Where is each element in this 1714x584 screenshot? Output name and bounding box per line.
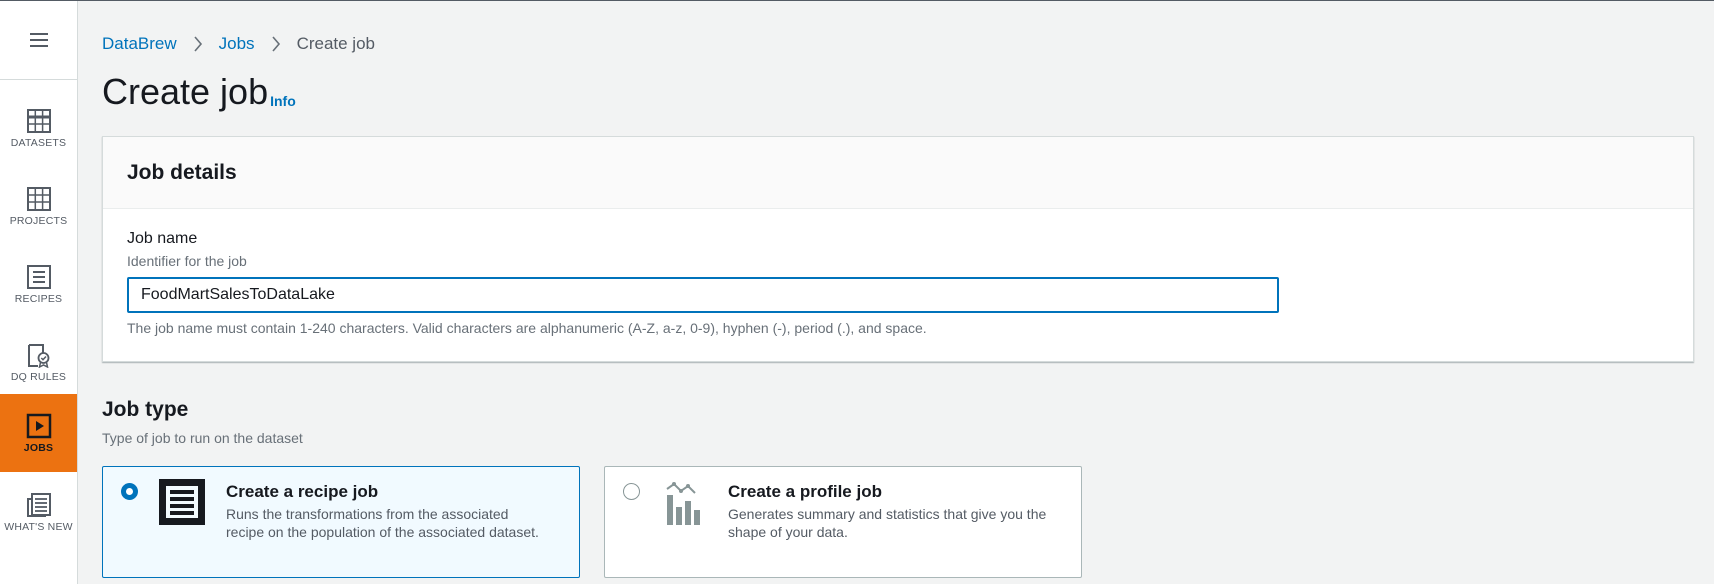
sidebar: DATASETS PROJECTS RECIPES DQ RULES JOBS … bbox=[0, 1, 78, 584]
job-details-panel: Job details Job name Identifier for the … bbox=[102, 136, 1694, 362]
datasets-grid-icon bbox=[26, 108, 51, 133]
profile-job-title: Create a profile job bbox=[728, 482, 882, 501]
recipe-job-radio[interactable] bbox=[121, 483, 138, 500]
recipe-job-title: Create a recipe job bbox=[226, 482, 379, 501]
breadcrumb-jobs[interactable]: Jobs bbox=[219, 34, 255, 54]
whats-new-newspaper-icon bbox=[26, 492, 51, 517]
projects-grid-icon bbox=[26, 186, 51, 211]
job-name-input[interactable] bbox=[127, 277, 1279, 313]
page-title: Create job bbox=[102, 71, 269, 112]
job-type-title: Job type bbox=[102, 398, 189, 421]
recipe-job-tile[interactable]: Create a recipe job Runs the transformat… bbox=[102, 466, 580, 578]
page-header: Create job Info bbox=[102, 70, 296, 114]
chevron-right-icon bbox=[193, 36, 203, 52]
profile-job-tile[interactable]: Create a profile job Generates summary a… bbox=[604, 466, 1082, 578]
sidebar-item-label: DATASETS bbox=[10, 136, 67, 149]
sidebar-item-label: DQ RULES bbox=[10, 370, 67, 383]
hamburger-menu-icon bbox=[29, 33, 48, 47]
recipes-list-icon bbox=[26, 264, 51, 289]
sidebar-item-datasets[interactable]: DATASETS bbox=[0, 89, 77, 167]
jobs-play-icon bbox=[26, 413, 51, 438]
sidebar-item-label: WHAT'S NEW bbox=[4, 520, 73, 533]
sidebar-item-label: JOBS bbox=[23, 441, 54, 454]
profile-job-radio[interactable] bbox=[623, 483, 640, 500]
job-type-description: Type of job to run on the dataset bbox=[102, 430, 303, 446]
sidebar-item-dq-rules[interactable]: DQ RULES bbox=[0, 323, 77, 401]
dq-rules-badge-icon bbox=[27, 343, 49, 368]
breadcrumb: DataBrew Jobs Create job bbox=[102, 33, 375, 55]
chevron-right-icon bbox=[271, 36, 281, 52]
job-details-header: Job details bbox=[103, 137, 1693, 209]
sidebar-item-recipes[interactable]: RECIPES bbox=[0, 245, 77, 323]
profile-chart-icon bbox=[666, 482, 700, 525]
sidebar-item-jobs[interactable]: JOBS bbox=[0, 394, 77, 472]
sidebar-item-projects[interactable]: PROJECTS bbox=[0, 167, 77, 245]
breadcrumb-current: Create job bbox=[296, 34, 375, 53]
info-link[interactable]: Info bbox=[270, 93, 296, 109]
sidebar-item-label: PROJECTS bbox=[9, 214, 68, 227]
job-details-title: Job details bbox=[127, 160, 237, 184]
recipe-job-description: Runs the transformations from the associ… bbox=[226, 506, 539, 540]
sidebar-item-whats-new[interactable]: WHAT'S NEW bbox=[0, 473, 77, 551]
sidebar-item-label: RECIPES bbox=[14, 292, 63, 305]
job-name-constraint: The job name must contain 1-240 characte… bbox=[127, 320, 927, 336]
profile-job-description: Generates summary and statistics that gi… bbox=[728, 506, 1047, 540]
main-content: DataBrew Jobs Create job Create job Info… bbox=[102, 0, 1694, 584]
job-name-label: Job name bbox=[127, 230, 198, 247]
job-name-description: Identifier for the job bbox=[127, 253, 247, 269]
menu-button[interactable] bbox=[0, 1, 77, 80]
breadcrumb-databrew[interactable]: DataBrew bbox=[102, 34, 177, 54]
recipe-list-icon bbox=[159, 479, 205, 525]
